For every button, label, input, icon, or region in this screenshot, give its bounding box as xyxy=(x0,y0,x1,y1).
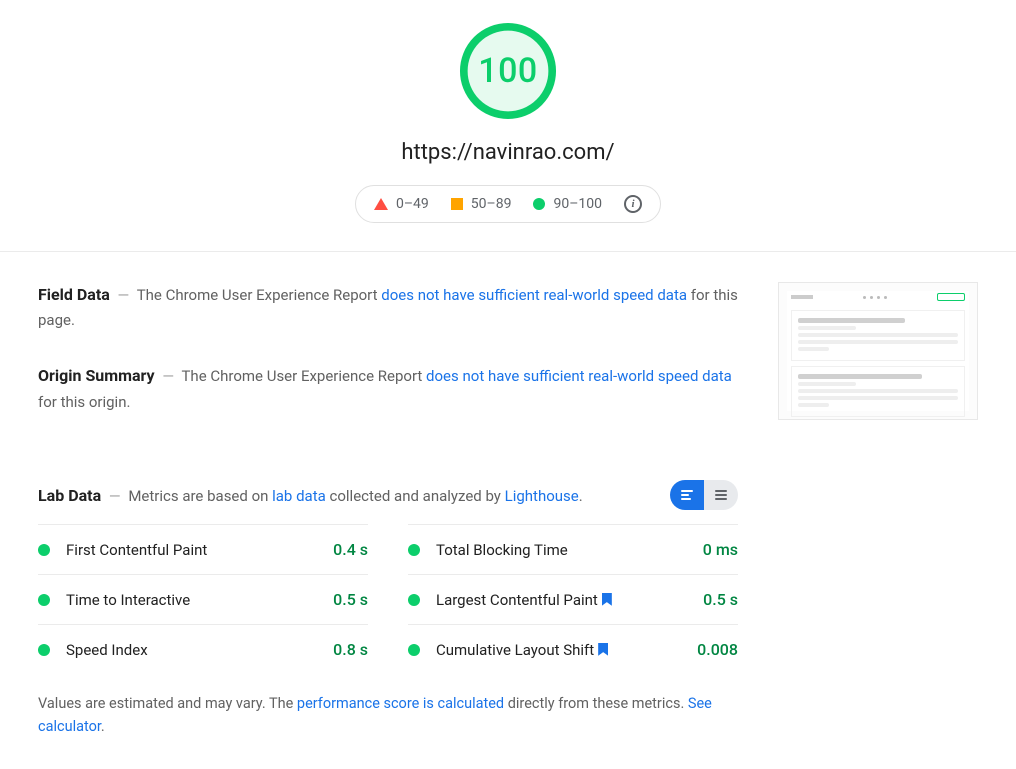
legend-fail-label: 0–49 xyxy=(396,196,429,212)
pass-dot-icon xyxy=(38,544,50,556)
metric-name: Largest Contentful Paint xyxy=(436,591,703,609)
dash-separator: — xyxy=(162,367,174,385)
score-gauge: 100 xyxy=(457,20,559,122)
footnote-prefix: Values are estimated and may vary. The xyxy=(38,695,297,712)
lighthouse-link[interactable]: Lighthouse xyxy=(505,487,579,505)
field-data-title: Field Data xyxy=(38,285,110,304)
metric-row: Total Blocking Time0 ms xyxy=(408,524,738,574)
performance-score-link[interactable]: performance score is calculated xyxy=(297,695,504,712)
metric-row: Cumulative Layout Shift0.008 xyxy=(408,624,738,674)
metric-name: Cumulative Layout Shift xyxy=(436,641,697,659)
metric-name: Time to Interactive xyxy=(66,591,333,609)
lines-icon xyxy=(715,490,727,500)
origin-summary-title: Origin Summary xyxy=(38,366,155,385)
origin-summary-link[interactable]: does not have sufficient real-world spee… xyxy=(426,367,732,385)
metric-value: 0.5 s xyxy=(333,590,368,609)
bookmark-icon xyxy=(598,643,608,656)
legend-pass-label: 90–100 xyxy=(553,196,602,212)
pass-dot-icon xyxy=(408,594,420,606)
metric-value: 0.8 s xyxy=(333,640,368,659)
lab-data-link[interactable]: lab data xyxy=(272,487,326,505)
metric-row: Speed Index0.8 s xyxy=(38,624,368,674)
pass-dot-icon xyxy=(408,544,420,556)
pass-dot-icon xyxy=(38,594,50,606)
lab-middle: collected and analyzed by xyxy=(326,487,505,505)
triangle-icon xyxy=(374,198,388,210)
metric-value: 0.008 xyxy=(697,640,738,659)
lab-data-title: Lab Data xyxy=(38,486,101,505)
legend-avg-label: 50–89 xyxy=(471,196,512,212)
metric-row: First Contentful Paint0.4 s xyxy=(38,524,368,574)
view-toggle xyxy=(670,480,738,510)
legend-average: 50–89 xyxy=(451,196,512,212)
info-icon[interactable]: i xyxy=(624,195,642,213)
metric-value: 0.4 s xyxy=(333,540,368,559)
metric-name: Total Blocking Time xyxy=(436,541,703,559)
circle-icon xyxy=(533,198,545,210)
toggle-concise-button[interactable] xyxy=(670,480,704,510)
metrics-footnote: Values are estimated and may vary. The p… xyxy=(38,692,738,738)
footnote-middle: directly from these metrics. xyxy=(504,695,688,712)
bookmark-icon xyxy=(602,593,612,606)
score-value: 100 xyxy=(478,51,537,91)
legend-fail: 0–49 xyxy=(374,196,429,212)
pass-dot-icon xyxy=(408,644,420,656)
metrics-grid: First Contentful Paint0.4 sTime to Inter… xyxy=(38,524,738,674)
toggle-expanded-button[interactable] xyxy=(704,480,738,510)
bars-icon xyxy=(681,490,693,500)
metric-name: First Contentful Paint xyxy=(66,541,333,559)
origin-summary-section: Origin Summary — The Chrome User Experie… xyxy=(38,363,738,414)
metric-row: Largest Contentful Paint0.5 s xyxy=(408,574,738,624)
metric-value: 0.5 s xyxy=(703,590,738,609)
field-data-link[interactable]: does not have sufficient real-world spee… xyxy=(381,286,687,304)
dash-separator: — xyxy=(109,487,121,505)
lab-data-section: Lab Data — Metrics are based on lab data… xyxy=(38,480,738,738)
score-legend: 0–49 50–89 90–100 i xyxy=(355,185,661,223)
field-data-prefix: The Chrome User Experience Report xyxy=(137,286,382,304)
legend-pass: 90–100 xyxy=(533,196,602,212)
footnote-suffix: . xyxy=(101,718,105,735)
page-screenshot-thumbnail xyxy=(778,282,978,420)
pass-dot-icon xyxy=(38,644,50,656)
square-icon xyxy=(451,198,463,210)
dash-separator: — xyxy=(118,286,130,304)
metric-value: 0 ms xyxy=(703,540,738,559)
field-data-section: Field Data — The Chrome User Experience … xyxy=(38,282,738,333)
origin-summary-prefix: The Chrome User Experience Report xyxy=(181,367,426,385)
lab-prefix: Metrics are based on xyxy=(128,487,272,505)
lab-suffix: . xyxy=(579,487,583,505)
metric-name: Speed Index xyxy=(66,641,333,659)
metric-row: Time to Interactive0.5 s xyxy=(38,574,368,624)
origin-summary-suffix: for this origin. xyxy=(38,393,130,411)
score-header: 100 https://navinrao.com/ 0–49 50–89 90–… xyxy=(0,0,1016,252)
tested-url: https://navinrao.com/ xyxy=(0,140,1016,165)
